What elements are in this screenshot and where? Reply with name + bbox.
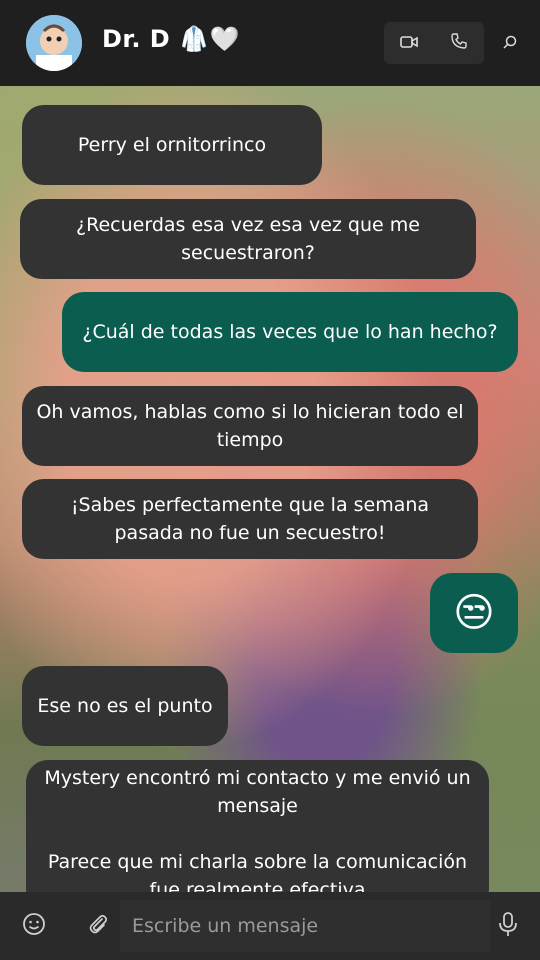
video-call-button[interactable] bbox=[384, 22, 434, 64]
message-text: Ese no es el punto bbox=[37, 695, 213, 717]
video-camera-icon bbox=[400, 34, 418, 53]
emoji-icon bbox=[22, 912, 46, 940]
phone-icon bbox=[451, 33, 467, 53]
message-bubble[interactable]: Mystery encontró mi contacto y me envió … bbox=[26, 760, 489, 892]
microphone-button[interactable] bbox=[494, 912, 522, 940]
call-buttons bbox=[384, 22, 484, 64]
message-text: ¿Cuál de todas las veces que lo han hech… bbox=[82, 321, 498, 343]
chat-header: Dr. D 🥼🤍 bbox=[0, 0, 540, 86]
message-bubble[interactable]: Ese no es el punto bbox=[22, 666, 228, 746]
chat-area[interactable]: Perry el ornitorrinco ¿Recuerdas esa vez… bbox=[0, 86, 540, 892]
avatar[interactable] bbox=[26, 15, 82, 71]
search-icon bbox=[502, 34, 518, 54]
message-text: Perry el ornitorrinco bbox=[77, 134, 267, 156]
voice-call-button[interactable] bbox=[434, 22, 484, 64]
message-bubble[interactable]: Oh vamos, hablas como si lo hicieran tod… bbox=[22, 386, 478, 466]
contact-name[interactable]: Dr. D 🥼🤍 bbox=[102, 25, 240, 53]
message-bubble[interactable]: ¿Recuerdas esa vez esa vez que me secues… bbox=[20, 199, 476, 279]
message-bubble[interactable]: ¿Cuál de todas las veces que lo han hech… bbox=[62, 292, 518, 372]
message-text: ¿Recuerdas esa vez esa vez que me secues… bbox=[76, 214, 420, 264]
message-bubble[interactable]: 😒 bbox=[430, 573, 518, 653]
message-emoji: 😒 bbox=[453, 590, 495, 636]
contact-name-emojis: 🥼🤍 bbox=[179, 25, 240, 53]
message-text: Oh vamos, hablas como si lo hicieran tod… bbox=[36, 401, 464, 451]
search-button[interactable] bbox=[496, 30, 524, 58]
message-bubble[interactable]: Perry el ornitorrinco bbox=[22, 105, 322, 185]
message-text: Mystery encontró mi contacto y me envió … bbox=[44, 767, 471, 892]
attach-icon bbox=[86, 912, 110, 940]
message-input[interactable] bbox=[120, 900, 490, 952]
attach-button[interactable] bbox=[84, 912, 112, 940]
message-text: ¡Sabes perfectamente que la semana pasad… bbox=[70, 494, 430, 544]
emoji-button[interactable] bbox=[20, 912, 48, 940]
contact-name-text: Dr. D bbox=[102, 25, 171, 53]
microphone-icon bbox=[497, 911, 519, 941]
message-bubble[interactable]: ¡Sabes perfectamente que la semana pasad… bbox=[22, 479, 478, 559]
